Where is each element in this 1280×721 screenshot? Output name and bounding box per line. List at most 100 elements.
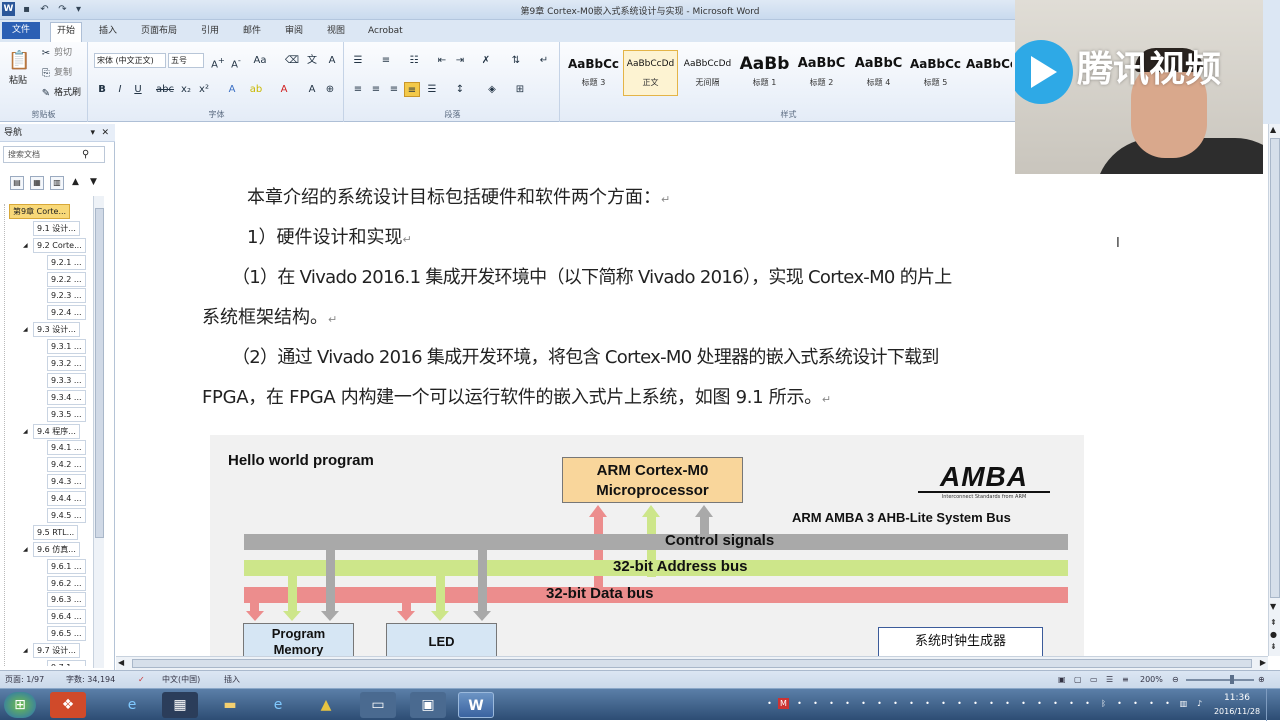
clear-format-icon[interactable]: ⌫ (284, 53, 300, 68)
tab-acrobat[interactable]: Acrobat (362, 23, 409, 40)
copy-icon[interactable]: ⎘ (38, 66, 54, 81)
zoom-level[interactable]: 200% (1140, 671, 1163, 688)
tab-layout[interactable]: 页面布局 (135, 23, 183, 40)
nav-heading-item[interactable]: 9.6.4 ... (5, 609, 104, 626)
nav-heading-item[interactable]: 9.4.2 ... (5, 457, 104, 474)
web-layout-icon[interactable]: ▭ (1090, 671, 1098, 688)
page-count[interactable]: 页面: 1/97 (5, 671, 44, 688)
nav-heading-item[interactable]: 9.4.5 ... (5, 508, 104, 525)
change-case-icon[interactable]: Aa (252, 53, 268, 68)
nav-heading-item[interactable]: 9.6.5 ... (5, 626, 104, 643)
style-more[interactable]: AaBbCc (965, 50, 1013, 96)
taskbar-app-icon[interactable]: ▲ (308, 692, 344, 718)
nav-scroll-thumb[interactable] (95, 208, 104, 538)
nav-search-input[interactable]: 搜索文档 (3, 146, 105, 163)
tray-icon[interactable]: • (1146, 698, 1157, 709)
nav-heading-item[interactable]: 9.3.2 ... (5, 356, 104, 373)
grow-font-icon[interactable]: A+ (210, 53, 226, 70)
nav-heading-item[interactable]: ◢ 9.4 程序... (5, 423, 104, 441)
tray-icon[interactable]: • (1050, 698, 1061, 709)
tray-icon[interactable]: • (826, 698, 837, 709)
nav-heading-item[interactable]: 9.2.1 ... (5, 254, 104, 272)
align-right-icon[interactable]: ≡ (386, 82, 402, 97)
zoom-slider-thumb[interactable] (1230, 675, 1234, 684)
nav-close-icon[interactable]: ✕ (101, 124, 109, 142)
results-view-icon[interactable]: ▥ (50, 176, 64, 190)
bluetooth-icon[interactable]: ᛒ (1098, 698, 1109, 709)
phonetic-icon[interactable]: 文 (304, 53, 320, 68)
multilevel-list-icon[interactable]: ☷ (406, 53, 422, 68)
folder-icon[interactable]: ▬ (212, 692, 248, 718)
chinese-layout-icon[interactable]: ✗ (478, 53, 494, 68)
nav-heading-item[interactable]: 9.6.1 ... (5, 558, 104, 576)
highlight-icon[interactable]: ab (248, 82, 264, 97)
volume-icon[interactable]: ♪ (1194, 698, 1205, 709)
underline-icon[interactable]: U (130, 82, 146, 97)
insert-mode[interactable]: 插入 (224, 671, 240, 688)
tab-view[interactable]: 视图 (321, 23, 351, 40)
tray-icon[interactable]: • (1130, 698, 1141, 709)
increase-indent-icon[interactable]: ⇥ (452, 53, 468, 68)
start-button[interactable]: ⊞ (4, 692, 36, 718)
prev-page-icon[interactable]: ⇞ (1270, 618, 1277, 627)
justify-icon[interactable]: ≡ (404, 82, 420, 97)
nav-heading-item[interactable]: 9.2.3 ... (5, 288, 104, 305)
ie-icon[interactable]: e (260, 692, 296, 718)
style-heading-1[interactable]: AaBb 标题 1 (737, 50, 792, 96)
nav-heading-item[interactable]: ◢ 9.2 Corte... (5, 237, 104, 255)
tray-icon[interactable]: • (1034, 698, 1045, 709)
tab-home[interactable]: 开始 (50, 22, 83, 42)
text-effects-icon[interactable]: A (224, 82, 240, 97)
nav-heading-item[interactable]: 9.2.2 ... (5, 271, 104, 289)
style-no-spacing[interactable]: AaBbCcDd 无间隔 (680, 50, 735, 96)
format-painter-icon[interactable]: ✎ (38, 86, 54, 101)
nav-heading-item[interactable]: 9.7.1 ... (5, 660, 104, 666)
tray-icon[interactable]: • (986, 698, 997, 709)
numbering-icon[interactable]: ≡ (378, 53, 394, 68)
scroll-left-icon[interactable]: ◀ (118, 658, 124, 667)
taskbar-app-icon[interactable]: ▦ (162, 692, 198, 718)
nav-heading-item[interactable]: ◢ 第9章 Corte... (5, 204, 104, 221)
search-icon[interactable]: ⚲ (82, 149, 89, 160)
nav-heading-item[interactable]: 9.3.3 ... (5, 372, 104, 390)
style-heading-3[interactable]: AaBbCc 标题 3 (566, 50, 621, 96)
taskbar-app-icon[interactable]: ❖ (50, 692, 86, 718)
tray-icon[interactable]: • (1082, 698, 1093, 709)
outline-icon[interactable]: ☰ (1106, 671, 1113, 688)
font-color-icon[interactable]: A (276, 82, 292, 97)
scroll-right-icon[interactable]: ▶ (1260, 658, 1266, 667)
horizontal-scroll-thumb[interactable] (132, 659, 1252, 668)
tray-icon[interactable]: • (858, 698, 869, 709)
tab-mailings[interactable]: 邮件 (237, 23, 267, 40)
vertical-scrollbar[interactable]: ▲ ▼ ⇞ ● ⇟ (1268, 124, 1280, 656)
tab-file[interactable]: 文件 (2, 22, 40, 39)
nav-heading-item[interactable]: 9.6.3 ... (5, 592, 104, 609)
nav-heading-item[interactable]: 9.4.1 ... (5, 440, 104, 457)
strikethrough-icon[interactable]: abc (156, 82, 174, 97)
tray-icon[interactable]: • (794, 698, 805, 709)
italic-icon[interactable]: I (112, 82, 128, 97)
draft-icon[interactable]: ≡ (1122, 671, 1129, 688)
nav-heading-item[interactable]: ◢ 9.6 仿真... (5, 541, 104, 559)
tray-icon[interactable]: • (842, 698, 853, 709)
nav-heading-item[interactable]: 9.3.4 ... (5, 389, 104, 407)
vertical-scroll-thumb[interactable] (1270, 138, 1280, 598)
font-name-combo[interactable]: 宋体 (中文正文) (94, 53, 166, 68)
tray-icon[interactable]: • (938, 698, 949, 709)
scroll-up-icon[interactable]: ▲ (1270, 124, 1276, 136)
borders-icon[interactable]: ⊞ (512, 82, 528, 97)
nav-heading-item[interactable]: 9.3.5 ... (5, 406, 104, 424)
tray-icon[interactable]: • (810, 698, 821, 709)
char-shading-icon[interactable]: A (304, 82, 320, 97)
shading-icon[interactable]: ◈ (484, 82, 500, 97)
font-size-combo[interactable]: 五号 (168, 53, 204, 68)
nav-heading-item[interactable]: 9.5 RTL... (5, 524, 104, 542)
expand-icon[interactable]: ◢ (23, 542, 28, 558)
nav-heading-item[interactable]: 9.2.4 ... (5, 305, 104, 322)
tray-icon[interactable]: M (778, 698, 789, 709)
bullets-icon[interactable]: ☰ (350, 53, 366, 68)
nav-heading-item[interactable]: 9.3.1 ... (5, 339, 104, 356)
subscript-icon[interactable]: x₂ (178, 82, 194, 97)
line-spacing-icon[interactable]: ↕ (452, 82, 468, 97)
nav-heading-item[interactable]: 9.4.4 ... (5, 491, 104, 508)
